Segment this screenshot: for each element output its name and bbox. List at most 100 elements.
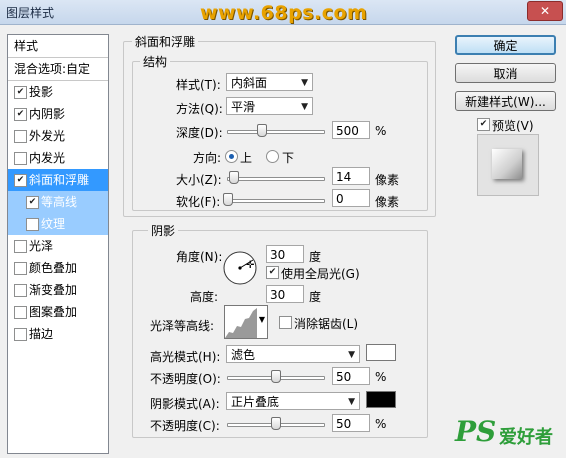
highlight-mode-select[interactable]: 滤色 ▼ (226, 345, 360, 363)
effect-item[interactable]: 光泽 (8, 235, 108, 257)
depth-slider[interactable] (227, 130, 325, 134)
effect-item[interactable]: 外发光 (8, 125, 108, 147)
shadow-mode-select[interactable]: 正片叠底 ▼ (226, 392, 360, 410)
highlight-mode-label: 高光模式(H): (150, 350, 221, 364)
effect-checkbox[interactable]: ✔ (14, 174, 27, 187)
altitude-label: 高度: (190, 290, 219, 304)
effect-item[interactable]: ✔ 等高线 (8, 191, 108, 213)
direction-up-label: 上 (240, 151, 253, 165)
highlight-opacity-slider-thumb[interactable] (271, 370, 281, 383)
blend-options-item[interactable]: 混合选项:自定 (8, 58, 108, 81)
depth-slider-thumb[interactable] (256, 124, 267, 137)
effect-checkbox[interactable]: ✔ (14, 86, 27, 99)
style-label: 样式(T): (176, 78, 221, 92)
effect-label: 图案叠加 (29, 305, 78, 319)
soften-slider-thumb[interactable] (223, 193, 233, 206)
effect-checkbox[interactable] (14, 240, 27, 253)
effect-checkbox[interactable] (14, 284, 27, 297)
effect-checkbox[interactable] (14, 306, 27, 319)
effect-checkbox[interactable]: ✔ (26, 196, 39, 209)
global-light-label: 使用全局光(G) (281, 267, 360, 281)
effect-item[interactable]: 描边 (8, 323, 108, 345)
new-style-button[interactable]: 新建样式(W)... (455, 91, 556, 111)
effect-checkbox[interactable] (14, 328, 27, 341)
highlight-opacity-label: 不透明度(O): (150, 372, 221, 386)
effect-checkbox[interactable] (14, 262, 27, 275)
effect-checkbox[interactable] (26, 218, 39, 231)
gloss-contour-picker[interactable]: ▼ (224, 305, 268, 339)
depth-unit: % (375, 124, 387, 138)
preview-label: 预览(V) (492, 119, 534, 133)
preview-swatch (492, 149, 522, 179)
ok-button[interactable]: 确定 (455, 35, 556, 55)
chevron-down-icon: ▼ (258, 315, 265, 324)
altitude-input[interactable]: 30 (266, 285, 304, 303)
contour-preview-icon (225, 308, 257, 338)
global-light-checkbox[interactable]: ✔ (266, 266, 279, 279)
bevel-section-title: 斜面和浮雕 (132, 33, 199, 50)
shading-title: 阴影 (148, 222, 179, 239)
effect-item[interactable]: 图案叠加 (8, 301, 108, 323)
chevron-down-icon: ▼ (348, 350, 355, 360)
effect-label: 内发光 (29, 151, 66, 165)
chevron-down-icon: ▼ (301, 78, 308, 88)
preview-checkbox[interactable]: ✔ (477, 118, 490, 131)
direction-label: 方向: (193, 151, 222, 165)
antialias-checkbox[interactable] (279, 316, 292, 329)
shadow-opacity-input[interactable]: 50 (332, 414, 370, 432)
effect-label: 纹理 (41, 217, 66, 231)
style-list-header: 样式 (8, 35, 108, 58)
effect-checkbox[interactable] (14, 130, 27, 143)
close-button[interactable]: ✕ (527, 1, 563, 21)
effect-label: 光泽 (29, 239, 54, 253)
soften-unit: 像素 (375, 195, 400, 209)
soften-input[interactable]: 0 (332, 189, 370, 207)
effect-item[interactable]: 渐变叠加 (8, 279, 108, 301)
angle-input[interactable]: 30 (266, 245, 304, 263)
chevron-down-icon: ▼ (348, 397, 355, 407)
effect-label: 斜面和浮雕 (29, 173, 90, 187)
effect-item[interactable]: ✔ 内阴影 (8, 103, 108, 125)
effect-checkbox[interactable]: ✔ (14, 108, 27, 121)
size-label: 大小(Z): (176, 173, 222, 187)
direction-down-radio[interactable] (266, 150, 279, 163)
highlight-opacity-input[interactable]: 50 (332, 367, 370, 385)
soften-label: 软化(F): (176, 195, 221, 209)
title-bar: 图层样式 www.68ps.com ✕ (0, 0, 566, 25)
effect-item[interactable]: 内发光 (8, 147, 108, 169)
watermark: www.68ps.com (200, 2, 368, 24)
style-select[interactable]: 内斜面 ▼ (226, 73, 313, 91)
direction-up-radio[interactable] (225, 150, 238, 163)
size-slider-thumb[interactable] (228, 171, 239, 184)
effect-label: 外发光 (29, 129, 66, 143)
window-title: 图层样式 (6, 6, 55, 20)
cancel-button[interactable]: 取消 (455, 63, 556, 83)
effect-item[interactable]: ✔ 投影 (8, 81, 108, 103)
shadow-color-swatch[interactable] (366, 391, 396, 408)
soften-slider[interactable] (227, 199, 325, 203)
angle-label: 角度(N): (176, 250, 223, 264)
effect-label: 描边 (29, 327, 54, 341)
effect-label: 投影 (29, 85, 54, 99)
depth-input[interactable]: 500 (332, 121, 370, 139)
altitude-unit: 度 (309, 290, 322, 304)
shadow-opacity-slider-thumb[interactable] (271, 417, 281, 430)
effect-label: 等高线 (41, 195, 78, 209)
technique-select[interactable]: 平滑 ▼ (226, 97, 313, 115)
effect-label: 渐变叠加 (29, 283, 78, 297)
effect-item[interactable]: 纹理 (8, 213, 108, 235)
highlight-color-swatch[interactable] (366, 344, 396, 361)
effect-checkbox[interactable] (14, 152, 27, 165)
style-list: 样式 混合选项:自定 ✔ 投影 ✔ 内阴影 外发光 内发光 ✔ 斜面和浮雕 ✔ 等高线 纹理 光泽 颜色… (7, 34, 109, 454)
structure-title: 结构 (140, 53, 171, 70)
depth-label: 深度(D): (176, 126, 223, 140)
shadow-mode-label: 阴影模式(A): (150, 397, 220, 411)
size-input[interactable]: 14 (332, 167, 370, 185)
angle-unit: 度 (309, 250, 322, 264)
technique-label: 方法(Q): (176, 102, 223, 116)
effect-label: 颜色叠加 (29, 261, 78, 275)
size-unit: 像素 (375, 173, 400, 187)
effect-item[interactable]: ✔ 斜面和浮雕 (8, 169, 108, 191)
effect-item[interactable]: 颜色叠加 (8, 257, 108, 279)
size-slider[interactable] (227, 177, 325, 181)
